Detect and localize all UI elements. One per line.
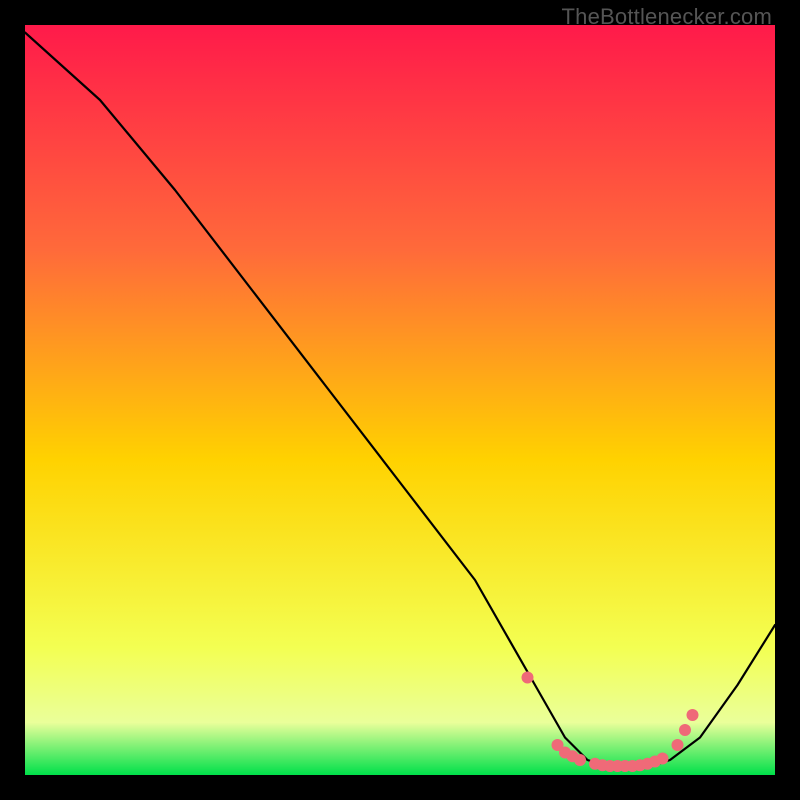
marker-dot [672, 739, 684, 751]
bottleneck-chart [25, 25, 775, 775]
gradient-background [25, 25, 775, 775]
marker-dot [687, 709, 699, 721]
marker-dot [574, 754, 586, 766]
marker-dot [657, 753, 669, 765]
marker-dot [522, 672, 534, 684]
marker-dot [679, 724, 691, 736]
chart-frame: TheBottlenecker.com [0, 0, 800, 800]
